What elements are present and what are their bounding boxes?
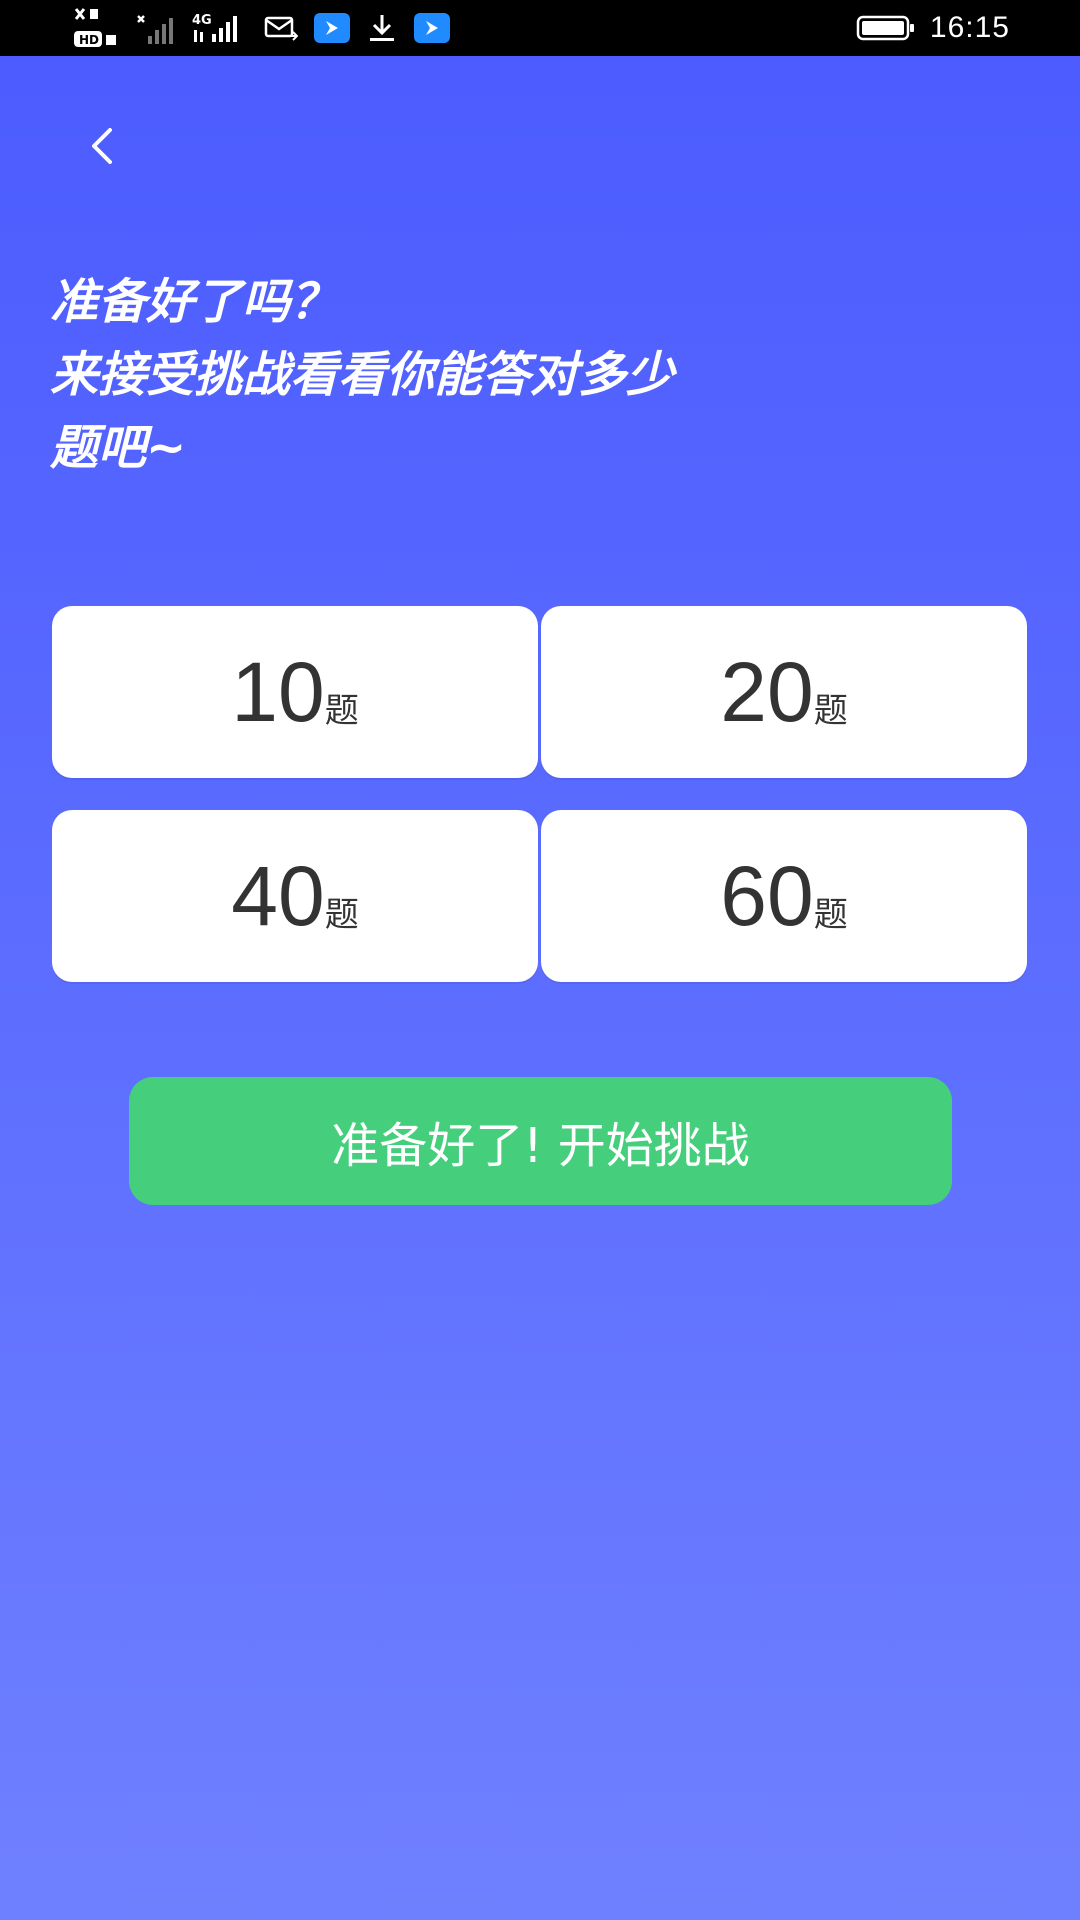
- mail-icon: [264, 14, 298, 42]
- option-number: 10: [231, 645, 325, 739]
- status-icons-left: HD 4G: [70, 0, 450, 56]
- status-bar: HD 4G 16:15: [0, 0, 1080, 56]
- challenge-screen: HD 4G 16:15 准备好了吗？ 来接受挑战看看你能答对多少 题吧~ 10 …: [0, 0, 1080, 1920]
- option-20-questions[interactable]: 20 题: [541, 606, 1027, 778]
- svg-text:4G: 4G: [192, 13, 212, 28]
- challenge-headline: 准备好了吗？ 来接受挑战看看你能答对多少 题吧~: [50, 266, 970, 485]
- headline-line-1: 准备好了吗？: [50, 274, 339, 330]
- back-button[interactable]: [78, 122, 126, 170]
- option-number: 60: [720, 849, 814, 943]
- start-challenge-button[interactable]: 准备好了! 开始挑战: [129, 1077, 952, 1205]
- option-unit: 题: [813, 690, 848, 731]
- headline-line-3: 题吧~: [50, 420, 187, 476]
- headline-line-2: 来接受挑战看看你能答对多少: [50, 347, 675, 403]
- option-unit: 题: [324, 894, 359, 935]
- signal-weak-icon: [136, 10, 176, 46]
- app-notification-icon: [314, 13, 350, 43]
- svg-text:HD: HD: [79, 33, 99, 47]
- option-number: 40: [231, 849, 325, 943]
- status-icons-right: 16:15: [856, 0, 1010, 56]
- chevron-left-icon: [92, 128, 112, 164]
- app-notification-icon: [414, 13, 450, 43]
- status-time: 16:15: [929, 11, 1010, 44]
- option-unit: 题: [813, 894, 848, 935]
- question-count-options: 10 题 20 题 40 题 60 题: [52, 606, 1027, 982]
- option-60-questions[interactable]: 60 题: [541, 810, 1027, 982]
- option-unit: 题: [324, 690, 359, 731]
- signal-4g-icon: 4G: [192, 10, 248, 46]
- option-number: 20: [720, 645, 814, 739]
- hd-call-icon: HD: [70, 5, 120, 51]
- battery-icon: [856, 14, 916, 42]
- option-10-questions[interactable]: 10 题: [52, 606, 538, 778]
- download-icon: [366, 12, 398, 44]
- option-40-questions[interactable]: 40 题: [52, 810, 538, 982]
